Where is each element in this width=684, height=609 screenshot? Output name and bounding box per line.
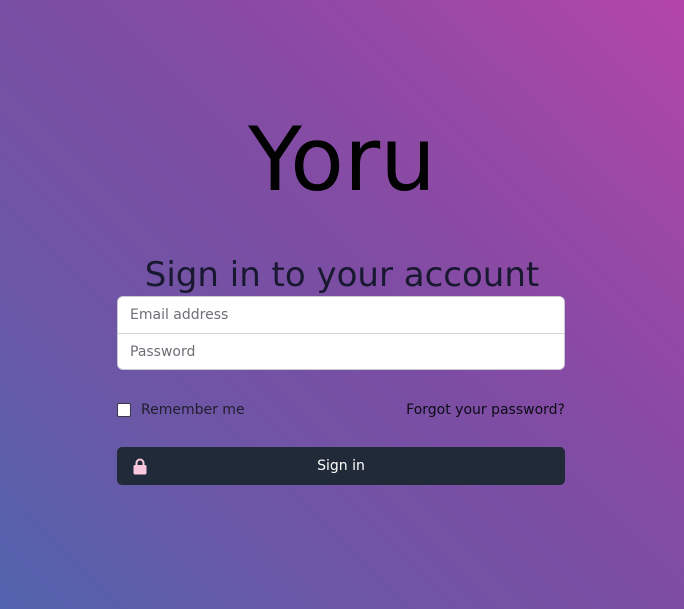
sign-in-button[interactable]: Sign in xyxy=(117,447,565,485)
forgot-password-link[interactable]: Forgot your password? xyxy=(406,401,565,419)
remember-me-checkbox[interactable] xyxy=(117,403,131,417)
page-title: Sign in to your account xyxy=(144,255,540,296)
form-options: Remember me Forgot your password? xyxy=(117,400,565,420)
remember-me[interactable]: Remember me xyxy=(117,401,245,419)
remember-me-label: Remember me xyxy=(141,402,245,418)
email-field[interactable] xyxy=(118,297,564,334)
sign-in-label: Sign in xyxy=(317,458,365,474)
credentials-group xyxy=(117,296,565,370)
app-logo-text: Yoru xyxy=(248,108,436,211)
password-field[interactable] xyxy=(118,334,564,369)
